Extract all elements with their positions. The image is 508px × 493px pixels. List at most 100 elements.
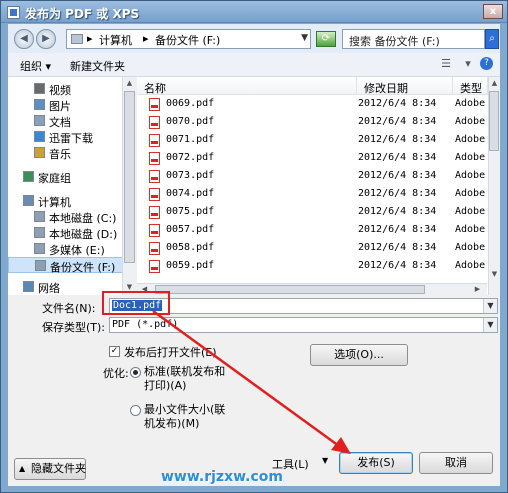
crumb-separator-icon: ▸ (143, 32, 149, 45)
file-row[interactable]: 0057.pdf 2012/6/4 8:34 Adobe A (137, 222, 497, 239)
optimize-label: 优化: (103, 367, 129, 380)
nav-item-music[interactable]: 音乐 (8, 145, 128, 161)
crumb-computer[interactable]: 计算机 (99, 32, 132, 48)
publish-button[interactable]: 发布(S) (339, 452, 413, 474)
disk-icon (35, 260, 46, 271)
new-folder-button[interactable]: 新建文件夹 (70, 58, 125, 74)
scroll-down-icon[interactable]: ▼ (489, 269, 500, 280)
nav-scroll-thumb[interactable] (124, 91, 135, 263)
pdf-file-icon (149, 242, 160, 255)
command-bar: 组织 ▾ 新建文件夹 ☰ ▾ ? (8, 53, 500, 77)
filename-label: 文件名(N): (42, 302, 96, 315)
watermark: www.rjzxw.com (161, 469, 283, 485)
options-button[interactable]: 选项(O)... (310, 344, 408, 366)
file-scroll-thumb[interactable] (489, 91, 499, 151)
chevron-down-icon[interactable]: ▼ (483, 299, 497, 313)
highlight-box (102, 291, 170, 315)
file-row[interactable]: 0074.pdf 2012/6/4 8:34 Adobe A (137, 186, 497, 203)
computer-icon (23, 195, 34, 206)
search-input[interactable]: 搜索 备份文件 (F:) (342, 29, 485, 49)
file-list: 名称 修改日期 类型 0069.pdf 2012/6/4 8:34 Adobe A … (137, 77, 500, 295)
nav-item-computer[interactable]: 计算机 (8, 193, 128, 209)
cancel-button[interactable]: 取消 (419, 452, 493, 474)
nav-item-homegroup[interactable]: 家庭组 (8, 169, 128, 185)
file-list-hscrollbar[interactable]: ◀ ▶ (137, 283, 487, 295)
scroll-up-icon[interactable]: ▲ (124, 78, 135, 89)
address-bar[interactable]: ▸ 计算机 ▸ 备份文件 (F:) ▼ (66, 29, 311, 49)
drive-icon (71, 34, 83, 44)
view-dropdown-icon[interactable]: ▾ (460, 57, 476, 71)
chevron-down-icon[interactable]: ▼ (301, 33, 308, 43)
opt-minimum-radio[interactable] (130, 405, 141, 416)
crumb-backup[interactable]: 备份文件 (F:) (155, 32, 220, 48)
file-list-scrollbar[interactable]: ▲ ▼ (488, 77, 500, 295)
column-header-date[interactable]: 修改日期 (357, 77, 453, 95)
chevron-up-icon: ▲ (19, 464, 26, 473)
nav-item-documents[interactable]: 文档 (8, 113, 128, 129)
file-row[interactable]: 0058.pdf 2012/6/4 8:34 Adobe A (137, 240, 497, 257)
organize-button[interactable]: 组织 ▾ (20, 58, 51, 74)
savetype-label: 保存类型(T): (42, 321, 106, 334)
window-title: 发布为 PDF 或 XPS (25, 7, 140, 21)
view-options-icon[interactable]: ☰ (438, 57, 454, 71)
address-row: ◀ ▶ ▸ 计算机 ▸ 备份文件 (F:) ▼ ⟳ 搜索 备份文件 (F:) ⌕ (8, 24, 500, 53)
pdf-file-icon (149, 170, 160, 183)
nav-item-videos[interactable]: 视频 (8, 81, 128, 97)
pdf-file-icon (149, 98, 160, 111)
network-icon (23, 281, 34, 292)
file-row[interactable]: 0072.pdf 2012/6/4 8:34 Adobe A (137, 150, 497, 167)
opt-standard-radio[interactable] (130, 367, 141, 378)
picture-icon (34, 99, 45, 110)
hscroll-thumb[interactable] (155, 285, 425, 294)
file-row[interactable]: 0070.pdf 2012/6/4 8:34 Adobe A (137, 114, 497, 131)
savetype-select[interactable]: PDF (*.pdf) ▼ (109, 317, 498, 333)
pdf-file-icon (149, 134, 160, 147)
pdf-file-icon (149, 188, 160, 201)
file-row[interactable]: 0069.pdf 2012/6/4 8:34 Adobe A (137, 96, 497, 113)
file-row[interactable]: 0071.pdf 2012/6/4 8:34 Adobe A (137, 132, 497, 149)
nav-item-thunder[interactable]: 迅雷下载 (8, 129, 128, 145)
search-icon[interactable]: ⌕ (485, 29, 499, 49)
crumb-separator-icon: ▸ (87, 32, 93, 45)
nav-item-drive-f[interactable]: 备份文件 (F:) (8, 257, 128, 274)
column-header-type[interactable]: 类型 (453, 77, 488, 95)
file-row[interactable]: 0059.pdf 2012/6/4 8:34 Adobe A (137, 258, 497, 275)
search-placeholder: 搜索 备份文件 (F:) (349, 35, 440, 48)
nav-item-drive-c[interactable]: 本地磁盘 (C:) (8, 209, 128, 225)
dialog-body: ◀ ▶ ▸ 计算机 ▸ 备份文件 (F:) ▼ ⟳ 搜索 备份文件 (F:) ⌕… (8, 24, 500, 486)
homegroup-icon (23, 171, 34, 182)
publish-dialog: 发布为 PDF 或 XPS x ◀ ▶ ▸ 计算机 ▸ 备份文件 (F:) ▼ … (0, 0, 508, 493)
open-after-checkbox[interactable]: ✓ (109, 346, 120, 357)
nav-item-pictures[interactable]: 图片 (8, 97, 128, 113)
pdf-file-icon (149, 224, 160, 237)
open-after-label: 发布后打开文件(E) (124, 346, 217, 359)
back-button[interactable]: ◀ (14, 29, 34, 49)
download-icon (34, 131, 45, 142)
nav-item-drive-d[interactable]: 本地磁盘 (D:) (8, 225, 128, 241)
scroll-right-icon[interactable]: ▶ (472, 284, 483, 295)
opt-minimum-label: 最小文件大小(联机发布)(M) (144, 403, 226, 430)
app-icon (7, 6, 20, 19)
nav-scrollbar[interactable]: ▲ ▼ (122, 77, 136, 295)
scroll-up-icon[interactable]: ▲ (489, 78, 500, 89)
hide-folders-button[interactable]: ▲ 隐藏文件夹 (14, 458, 86, 480)
pdf-file-icon (149, 206, 160, 219)
disk-icon (34, 227, 45, 238)
close-button[interactable]: x (483, 4, 503, 19)
nav-item-drive-e[interactable]: 多媒体 (E:) (8, 241, 128, 257)
pdf-file-icon (149, 116, 160, 129)
file-row[interactable]: 0075.pdf 2012/6/4 8:34 Adobe A (137, 204, 497, 221)
savetype-value: PDF (*.pdf) (112, 319, 179, 330)
disk-icon (34, 243, 45, 254)
title-bar[interactable]: 发布为 PDF 或 XPS x (1, 1, 507, 23)
refresh-icon[interactable]: ⟳ (316, 31, 336, 47)
column-header-name[interactable]: 名称 (137, 77, 357, 95)
navigation-pane: 视频 图片 文档 迅雷下载 音乐 家庭组 计算机 本地磁盘 (C:) 本地磁盘 … (8, 77, 136, 295)
music-icon (34, 147, 45, 158)
help-icon[interactable]: ? (480, 57, 493, 70)
forward-button[interactable]: ▶ (36, 29, 56, 49)
chevron-down-icon[interactable]: ▼ (322, 456, 328, 465)
file-row[interactable]: 0073.pdf 2012/6/4 8:34 Adobe A (137, 168, 497, 185)
chevron-down-icon[interactable]: ▼ (483, 318, 497, 332)
disk-icon (34, 211, 45, 222)
